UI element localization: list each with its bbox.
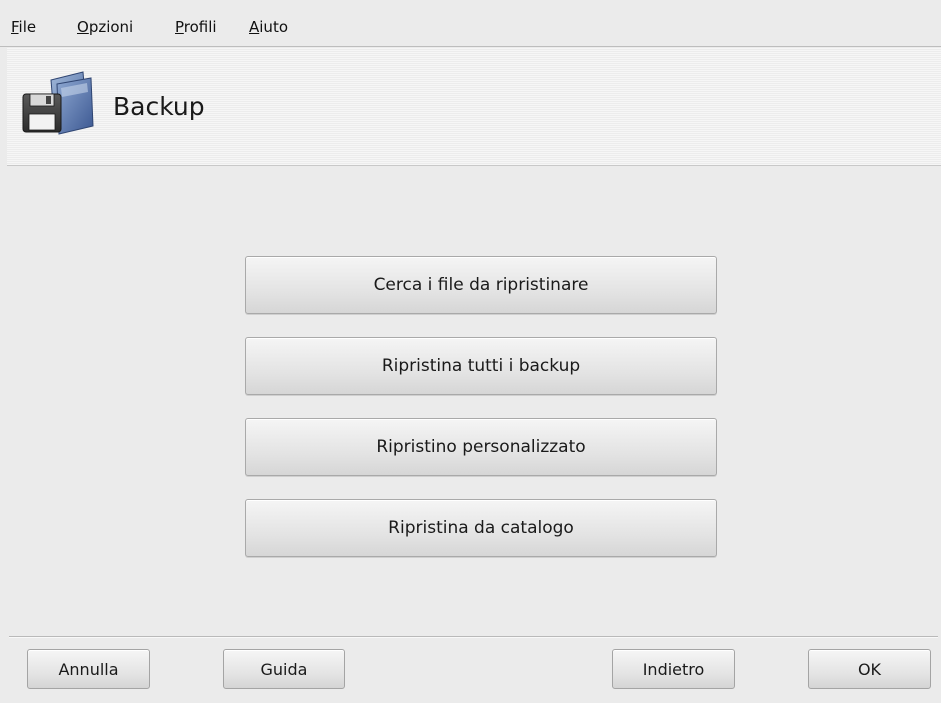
cancel-button[interactable]: Annulla — [27, 649, 150, 689]
ok-button[interactable]: OK — [808, 649, 931, 689]
footer-divider — [9, 636, 938, 638]
custom-restore-button[interactable]: Ripristino personalizzato — [245, 418, 717, 476]
menu-profili-mnemonic: P — [175, 18, 184, 36]
menu-file-mnemonic: F — [11, 18, 19, 36]
menu-opzioni[interactable]: Opzioni — [77, 18, 133, 36]
menu-bar: File Opzioni Profili Aiuto — [0, 0, 941, 47]
back-button[interactable]: Indietro — [612, 649, 735, 689]
header-banner: Backup — [7, 48, 941, 166]
menu-file-label: ile — [18, 18, 37, 36]
menu-file[interactable]: File — [11, 18, 36, 36]
help-button[interactable]: Guida — [223, 649, 345, 689]
menu-opzioni-mnemonic: O — [77, 18, 89, 36]
menu-aiuto[interactable]: Aiuto — [249, 18, 288, 36]
search-files-to-restore-button[interactable]: Cerca i file da ripristinare — [245, 256, 717, 314]
page-title: Backup — [113, 92, 205, 121]
menu-aiuto-label: iuto — [259, 18, 288, 36]
menu-opzioni-label: pzioni — [88, 18, 134, 36]
restore-from-catalog-button[interactable]: Ripristina da catalogo — [245, 499, 717, 557]
restore-all-backups-button[interactable]: Ripristina tutti i backup — [245, 337, 717, 395]
menu-profili[interactable]: Profili — [175, 18, 217, 36]
menu-profili-label: rofili — [183, 18, 217, 36]
backup-floppy-folder-icon — [22, 71, 94, 135]
menu-aiuto-mnemonic: A — [249, 18, 260, 36]
